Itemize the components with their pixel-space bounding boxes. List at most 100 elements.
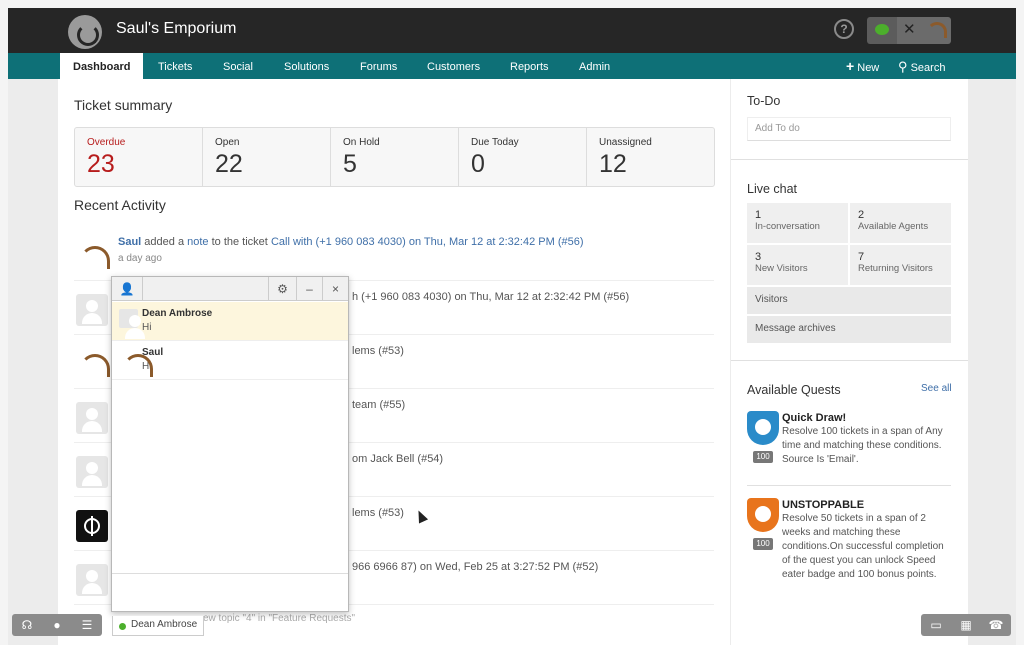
monitor-icon[interactable]: ▭ [921, 614, 951, 636]
summary-label: Open [215, 137, 240, 148]
quest-name: Quick Draw! [782, 412, 847, 424]
activity-rest: to the ticket [211, 236, 268, 248]
avatar [119, 348, 153, 377]
avatar [76, 402, 108, 434]
quest-points: 100 [753, 451, 773, 463]
stat-new-visitors[interactable]: 3 New Visitors [747, 245, 848, 285]
activity-ticket-link[interactable]: team (#55) [352, 399, 405, 411]
phone-icon [755, 419, 771, 435]
summary-overdue[interactable]: Overdue 23 [75, 128, 203, 186]
conversation-name: Saul [142, 347, 164, 358]
avatar [76, 564, 108, 596]
user-icon[interactable]: ● [42, 614, 72, 636]
chat-conversation[interactable]: Dean Ambrose Hi [112, 302, 348, 341]
visitors-link[interactable]: Visitors [747, 287, 951, 314]
summary-label: On Hold [343, 137, 380, 148]
tab-dashboard[interactable]: Dashboard [60, 53, 144, 79]
quest-points: 100 [753, 538, 773, 550]
new-label: New [857, 62, 880, 74]
activity-item: Saul added a note to the ticket Call wit… [74, 227, 714, 281]
chat-conversation[interactable]: Saul Hi [112, 341, 348, 380]
avatar [76, 456, 108, 488]
tab-admin[interactable]: Admin [579, 53, 610, 79]
search-button[interactable]: ⚲ Search [898, 53, 945, 79]
tab-solutions[interactable]: Solutions [284, 53, 329, 79]
headset-icon[interactable]: ☊ [12, 614, 42, 636]
summary-value: 12 [599, 150, 627, 178]
summary-label: Unassigned [599, 137, 652, 148]
divider [747, 485, 951, 486]
gear-icon[interactable]: ⚙ [268, 277, 296, 301]
summary-on-hold[interactable]: On Hold 5 [331, 128, 459, 186]
ticket-summary-title: Ticket summary [74, 97, 173, 113]
chat-title-area [142, 277, 268, 301]
minimized-chat-tab[interactable]: Dean Ambrose [112, 616, 205, 636]
quest-item[interactable]: Quick Draw! Resolve 100 tickets in a spa… [782, 411, 954, 467]
summary-value: 5 [343, 150, 357, 178]
help-icon[interactable]: ? [834, 19, 854, 39]
chat-input-divider [112, 573, 348, 574]
stat-label: New Visitors [755, 263, 808, 274]
tab-forums[interactable]: Forums [360, 53, 397, 79]
close-icon[interactable]: × [322, 277, 348, 301]
add-todo-input[interactable]: Add To do [747, 117, 951, 141]
activity-ticket-link[interactable]: h (+1 960 083 4030) on Thu, Mar 12 at 2:… [352, 291, 629, 303]
summary-unassigned[interactable]: Unassigned 12 [587, 128, 714, 186]
activity-ticket-link[interactable]: 966 6966 87) on Wed, Feb 25 at 3:27:52 P… [352, 561, 598, 573]
activity-ticket-link[interactable]: Call with (+1 960 083 4030) on Thu, Mar … [271, 236, 584, 248]
summary-due-today[interactable]: Due Today 0 [459, 128, 587, 186]
logo-icon [68, 15, 102, 49]
stat-returning-visitors[interactable]: 7 Returning Visitors [850, 245, 951, 285]
see-all-link[interactable]: See all [921, 383, 952, 394]
minimize-icon[interactable]: – [296, 277, 322, 301]
todo-title: To-Do [747, 94, 781, 108]
quest-name: UNSTOPPABLE [782, 499, 865, 511]
search-label: Search [910, 62, 946, 74]
chat-window: 👤 ⚙ – × Dean Ambrose Hi Saul Hi [111, 276, 349, 612]
summary-value: 22 [215, 150, 243, 178]
summary-label: Due Today [471, 137, 519, 148]
tab-tickets[interactable]: Tickets [158, 53, 192, 79]
conversation-name: Dean Ambrose [142, 308, 213, 319]
search-icon: ⚲ [898, 59, 908, 74]
chat-header: 👤 ⚙ – × [112, 277, 348, 301]
summary-open[interactable]: Open 22 [203, 128, 331, 186]
avatar [76, 510, 108, 542]
tools-icon: ✕ [903, 21, 916, 38]
user-avatar [927, 22, 947, 38]
summary-label: Overdue [87, 137, 126, 148]
stat-label: Available Agents [858, 221, 929, 232]
tab-social[interactable]: Social [223, 53, 253, 79]
activity-object-link[interactable]: note [187, 236, 208, 248]
new-button[interactable]: + New [846, 53, 879, 79]
conversation-message: Hi [142, 361, 152, 372]
phone-icon[interactable]: ☎ [981, 614, 1011, 636]
message-archives-link[interactable]: Message archives [747, 316, 951, 343]
activity-text: Saul added a note to the ticket Call wit… [118, 236, 584, 248]
quest-badge-icon [747, 411, 779, 445]
quest-item[interactable]: UNSTOPPABLE Resolve 50 tickets in a span… [782, 498, 954, 582]
tab-reports[interactable]: Reports [510, 53, 549, 79]
app-title: Saul's Emporium [116, 20, 237, 37]
avatar [76, 294, 108, 326]
activity-ticket-link[interactable]: lems (#53) [352, 345, 404, 357]
activity-ticket-link[interactable]: om Jack Bell (#54) [352, 453, 443, 465]
activity-user-link[interactable]: Saul [118, 236, 141, 248]
stat-available-agents[interactable]: 2 Available Agents [850, 203, 951, 243]
ticket-summary: Overdue 23 Open 22 On Hold 5 Due Today 0… [74, 127, 715, 187]
quests-title: Available Quests [747, 383, 841, 397]
stat-label: Returning Visitors [858, 263, 933, 274]
user-icon[interactable]: 👤 [112, 277, 142, 301]
activity-time: a day ago [118, 253, 162, 264]
summary-value: 0 [471, 150, 485, 178]
avatar [76, 348, 110, 380]
chat-status-button[interactable] [867, 17, 897, 44]
stat-number: 7 [858, 251, 865, 263]
activity-verb: added a [144, 236, 185, 248]
stat-in-conversation[interactable]: 1 In-conversation [747, 203, 848, 243]
activity-ticket-link[interactable]: lems (#53) [352, 507, 404, 519]
menu-icon[interactable]: ☰ [72, 614, 102, 636]
agent-menu-button[interactable]: ✕ [897, 17, 951, 44]
tab-customers[interactable]: Customers [427, 53, 480, 79]
grid-icon[interactable]: ▦ [951, 614, 981, 636]
